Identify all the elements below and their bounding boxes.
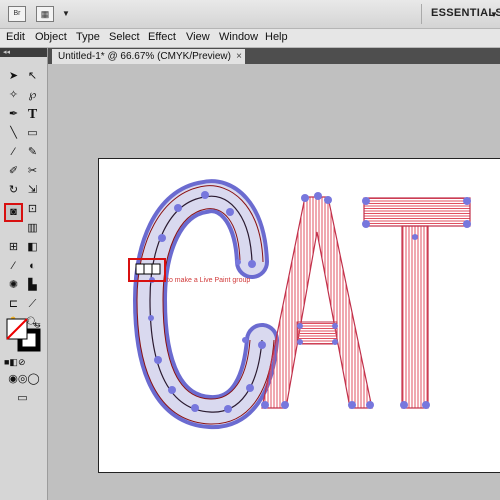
paint-bucket-cursor-icon <box>135 263 161 275</box>
cat-artwork[interactable] <box>0 0 500 500</box>
letter-t[interactable] <box>362 197 471 409</box>
live-paint-cursor-highlight <box>128 258 166 282</box>
live-paint-tooltip: to make a Live Paint group <box>167 277 251 284</box>
letter-a[interactable] <box>261 192 374 409</box>
